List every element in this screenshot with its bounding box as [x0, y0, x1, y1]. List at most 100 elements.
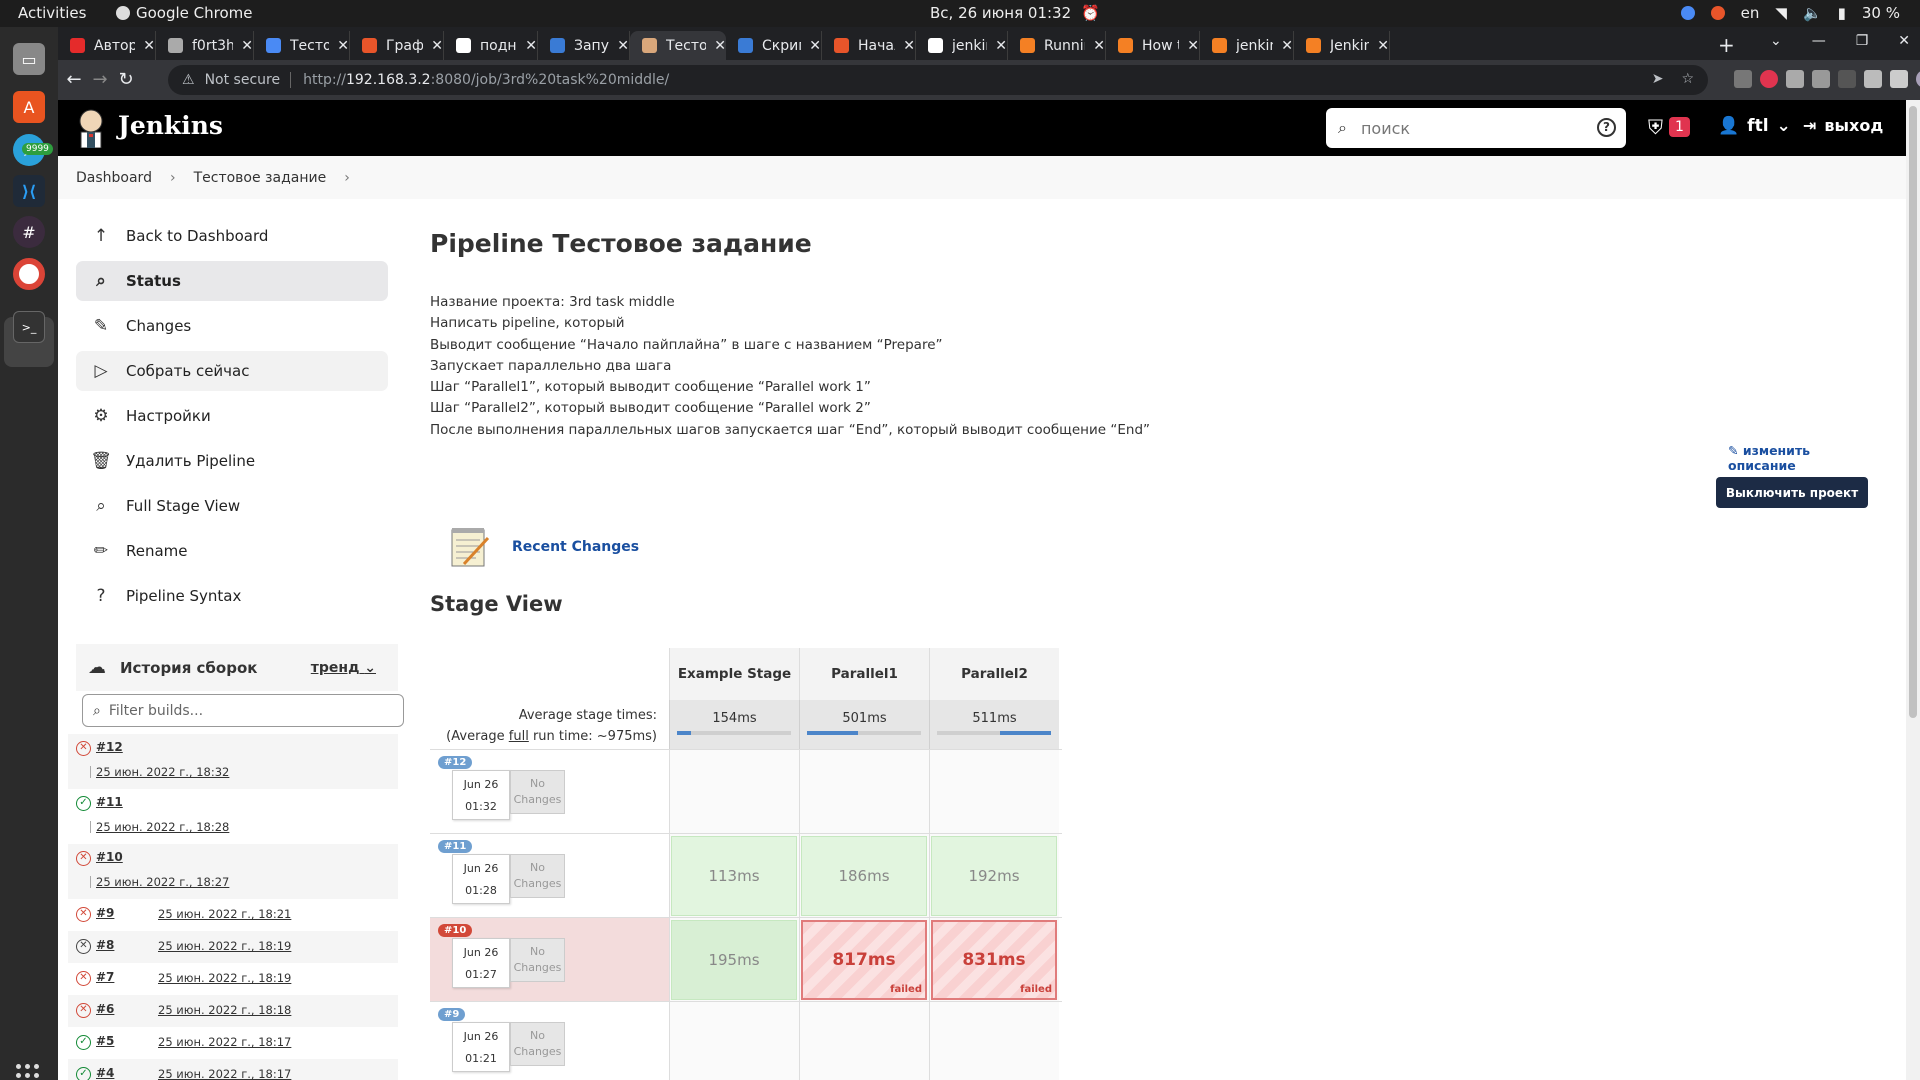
- tab-close-icon[interactable]: ✕: [1187, 38, 1199, 54]
- task-status[interactable]: ⌕ Status: [76, 261, 388, 301]
- build-number-link[interactable]: #4: [96, 1066, 114, 1080]
- browser-tab[interactable]: График ✕: [350, 31, 444, 60]
- tab-close-icon[interactable]: ✕: [714, 38, 726, 54]
- minimize-icon[interactable]: —: [1812, 33, 1826, 49]
- build-number-link[interactable]: #5: [96, 1034, 114, 1048]
- profile-avatar[interactable]: [1916, 70, 1920, 88]
- chrome-dock-icon[interactable]: [13, 258, 45, 290]
- task-rename[interactable]: ✏ Rename: [76, 531, 388, 571]
- task-pipeline-syntax[interactable]: ? Pipeline Syntax: [76, 576, 388, 616]
- run-badge[interactable]: #11: [438, 840, 473, 853]
- browser-tab[interactable]: jenkins ✕: [916, 31, 1008, 60]
- browser-tab[interactable]: Запуска ✕: [538, 31, 630, 60]
- build-history-row[interactable]: ✕ #7 25 июн. 2022 г., 18:19: [68, 963, 398, 995]
- breadcrumb-dashboard[interactable]: Dashboard: [76, 170, 152, 186]
- chevron-right-icon[interactable]: ›: [344, 170, 350, 186]
- show-applications-icon[interactable]: [16, 1064, 40, 1080]
- extensions-puzzle-icon[interactable]: [1864, 70, 1882, 88]
- build-date-link[interactable]: 25 июн. 2022 г., 18:19: [158, 939, 291, 953]
- extension-icon[interactable]: [1812, 70, 1830, 88]
- stage-cell-success[interactable]: 195ms: [671, 920, 797, 1000]
- build-date-link[interactable]: 25 июн. 2022 г., 18:27: [96, 875, 229, 889]
- address-bar[interactable]: ⚠ Not secure http:// 192.168.3.2 :8080/j…: [168, 65, 1708, 95]
- task-full-stage-view[interactable]: ⌕ Full Stage View: [76, 486, 388, 526]
- build-number-link[interactable]: #7: [96, 970, 114, 984]
- build-history-row[interactable]: ✓ #11 25 июн. 2022 г., 18:28: [68, 789, 398, 844]
- browser-tab[interactable]: поднят ✕: [444, 31, 538, 60]
- build-number-link[interactable]: #12: [96, 740, 123, 754]
- build-date-link[interactable]: 25 июн. 2022 г., 18:32: [96, 765, 229, 779]
- logout-button[interactable]: ⇥ выход: [1803, 116, 1883, 135]
- browser-tab[interactable]: Runnin ✕: [1008, 31, 1106, 60]
- page-scrollbar[interactable]: [1906, 100, 1920, 1080]
- scrollbar-thumb[interactable]: [1909, 106, 1917, 718]
- tab-close-icon[interactable]: ✕: [337, 38, 349, 54]
- tab-close-icon[interactable]: ✕: [903, 38, 915, 54]
- new-tab-button[interactable]: +: [1718, 33, 1735, 57]
- task-настройки[interactable]: ⚙ Настройки: [76, 396, 388, 436]
- tab-close-icon[interactable]: ✕: [1093, 38, 1105, 54]
- build-date-link[interactable]: 25 июн. 2022 г., 18:28: [96, 820, 229, 834]
- send-icon[interactable]: ➤: [1652, 71, 1664, 87]
- build-history-row[interactable]: ✕ #6 25 июн. 2022 г., 18:18: [68, 995, 398, 1027]
- search-input[interactable]: поиск: [1361, 119, 1410, 138]
- browser-tab[interactable]: jenkins ✕: [1200, 31, 1294, 60]
- clock[interactable]: Вс, 26 июня 01:32 ⏰: [930, 4, 1100, 22]
- close-window-icon[interactable]: ✕: [1898, 33, 1910, 49]
- reload-icon[interactable]: ↻: [110, 69, 142, 90]
- side-panel-icon[interactable]: [1890, 70, 1908, 88]
- tab-close-icon[interactable]: ✕: [525, 38, 537, 54]
- recent-changes[interactable]: Recent Changes: [446, 524, 639, 570]
- tab-search-icon[interactable]: ⌄: [1770, 33, 1782, 49]
- chevron-right-icon[interactable]: ›: [170, 170, 176, 186]
- extension-icon[interactable]: [1786, 70, 1804, 88]
- stage-cell-failed[interactable]: 831ms failed: [931, 920, 1057, 1000]
- tab-close-icon[interactable]: ✕: [617, 38, 629, 54]
- warning-icon[interactable]: ⚠: [182, 72, 195, 88]
- build-date-link[interactable]: 25 июн. 2022 г., 18:17: [158, 1035, 291, 1049]
- tab-close-icon[interactable]: ✕: [995, 38, 1007, 54]
- tab-close-icon[interactable]: ✕: [809, 38, 821, 54]
- files-icon[interactable]: ▭: [13, 43, 45, 75]
- run-badge[interactable]: #10: [438, 924, 473, 937]
- terminal-icon[interactable]: >_: [13, 311, 45, 343]
- browser-tab[interactable]: Тестов ✕: [630, 31, 726, 60]
- recent-changes-link[interactable]: Recent Changes: [512, 539, 639, 555]
- build-history-row[interactable]: ✕ #8 25 июн. 2022 г., 18:19: [68, 931, 398, 963]
- stage-cell-success[interactable]: 113ms: [671, 836, 797, 916]
- build-number-link[interactable]: #6: [96, 1002, 114, 1016]
- search-box[interactable]: ⌕ поиск ?: [1326, 108, 1626, 148]
- browser-tab[interactable]: Скрипт ✕: [726, 31, 822, 60]
- adblock-extension-icon[interactable]: [1760, 70, 1778, 88]
- software-center-icon[interactable]: A: [13, 91, 45, 123]
- system-tray[interactable]: en ◥ 🔈 ▮ 30 %: [1680, 4, 1900, 22]
- task-back-to-dashboard[interactable]: ↑ Back to Dashboard: [76, 216, 388, 256]
- browser-tab[interactable]: Тестово ✕: [254, 31, 350, 60]
- activities-button[interactable]: Activities: [18, 4, 86, 22]
- maximize-icon[interactable]: ❐: [1856, 33, 1869, 49]
- browser-tab[interactable]: Начало ✕: [822, 31, 916, 60]
- stage-cell-failed[interactable]: 817ms failed: [801, 920, 927, 1000]
- gmail-extension-icon[interactable]: [1734, 70, 1752, 88]
- build-history-row[interactable]: ✓ #4 25 июн. 2022 г., 18:17: [68, 1059, 398, 1080]
- build-number-link[interactable]: #9: [96, 906, 114, 920]
- keyboard-layout[interactable]: en: [1741, 4, 1760, 22]
- tab-close-icon[interactable]: ✕: [1377, 38, 1389, 54]
- breadcrumb-job[interactable]: Тестовое задание: [194, 170, 327, 186]
- run-row[interactable]: #10 Jun 26 01:27 No Changes: [430, 918, 669, 1001]
- extension-icon[interactable]: [1838, 70, 1856, 88]
- run-row[interactable]: #11 Jun 26 01:28 No Changes: [430, 834, 669, 917]
- task-changes[interactable]: ✎ Changes: [76, 306, 388, 346]
- run-row[interactable]: #9 Jun 26 01:21 No Changes: [430, 1002, 669, 1080]
- search-help-icon[interactable]: ?: [1597, 118, 1616, 137]
- build-date-link[interactable]: 25 июн. 2022 г., 18:21: [158, 907, 291, 921]
- build-history-row[interactable]: ✕ #12 25 июн. 2022 г., 18:32: [68, 734, 398, 789]
- security-label[interactable]: Not secure: [205, 72, 281, 88]
- browser-tab[interactable]: f0rt3hlu ✕: [156, 31, 254, 60]
- build-number-link[interactable]: #8: [96, 938, 114, 952]
- tab-close-icon[interactable]: ✕: [241, 38, 253, 54]
- build-history-row[interactable]: ✓ #5 25 июн. 2022 г., 18:17: [68, 1027, 398, 1059]
- browser-tab[interactable]: Jenkins ✕: [1294, 31, 1390, 60]
- slack-icon[interactable]: #: [13, 216, 45, 248]
- build-history-row[interactable]: ✕ #10 25 июн. 2022 г., 18:27: [68, 844, 398, 899]
